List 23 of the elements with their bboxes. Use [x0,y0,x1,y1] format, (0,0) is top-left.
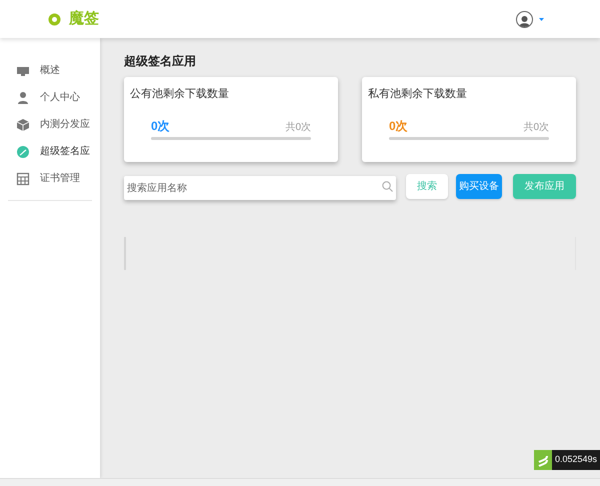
sidebar-item[interactable]: 概述 [8,57,92,84]
sidebar-item[interactable]: 超级签名应 [8,138,92,165]
user-icon [16,90,30,104]
search-icon [382,180,393,192]
logo-text: 魔签 [69,8,99,29]
avatar-icon[interactable] [516,10,533,28]
grid-icon [16,172,30,186]
count-value: 0次 [389,118,408,134]
page-title: 超级签名应用 [124,53,197,70]
total-value: 共0次 [523,120,549,134]
total-value: 共0次 [285,120,311,134]
sidebar-item[interactable]: 证书管理 [8,165,92,192]
logo-icon [48,12,61,26]
box-icon [16,118,30,132]
count-value: 0次 [151,118,170,134]
sidebar-item[interactable]: 个人中心 [8,84,92,111]
horizontal-scrollbar[interactable] [0,478,600,486]
timer-text: 0.052549s [552,450,600,470]
sidebar-item[interactable]: 内测分发应 [8,111,92,138]
search-field[interactable]: 搜索应用名称 [124,176,396,200]
caret-icon[interactable] [539,18,544,20]
card-title: 公有池剩余下载数量 [130,87,230,102]
card-title: 私有池剩余下载数量 [368,87,468,102]
